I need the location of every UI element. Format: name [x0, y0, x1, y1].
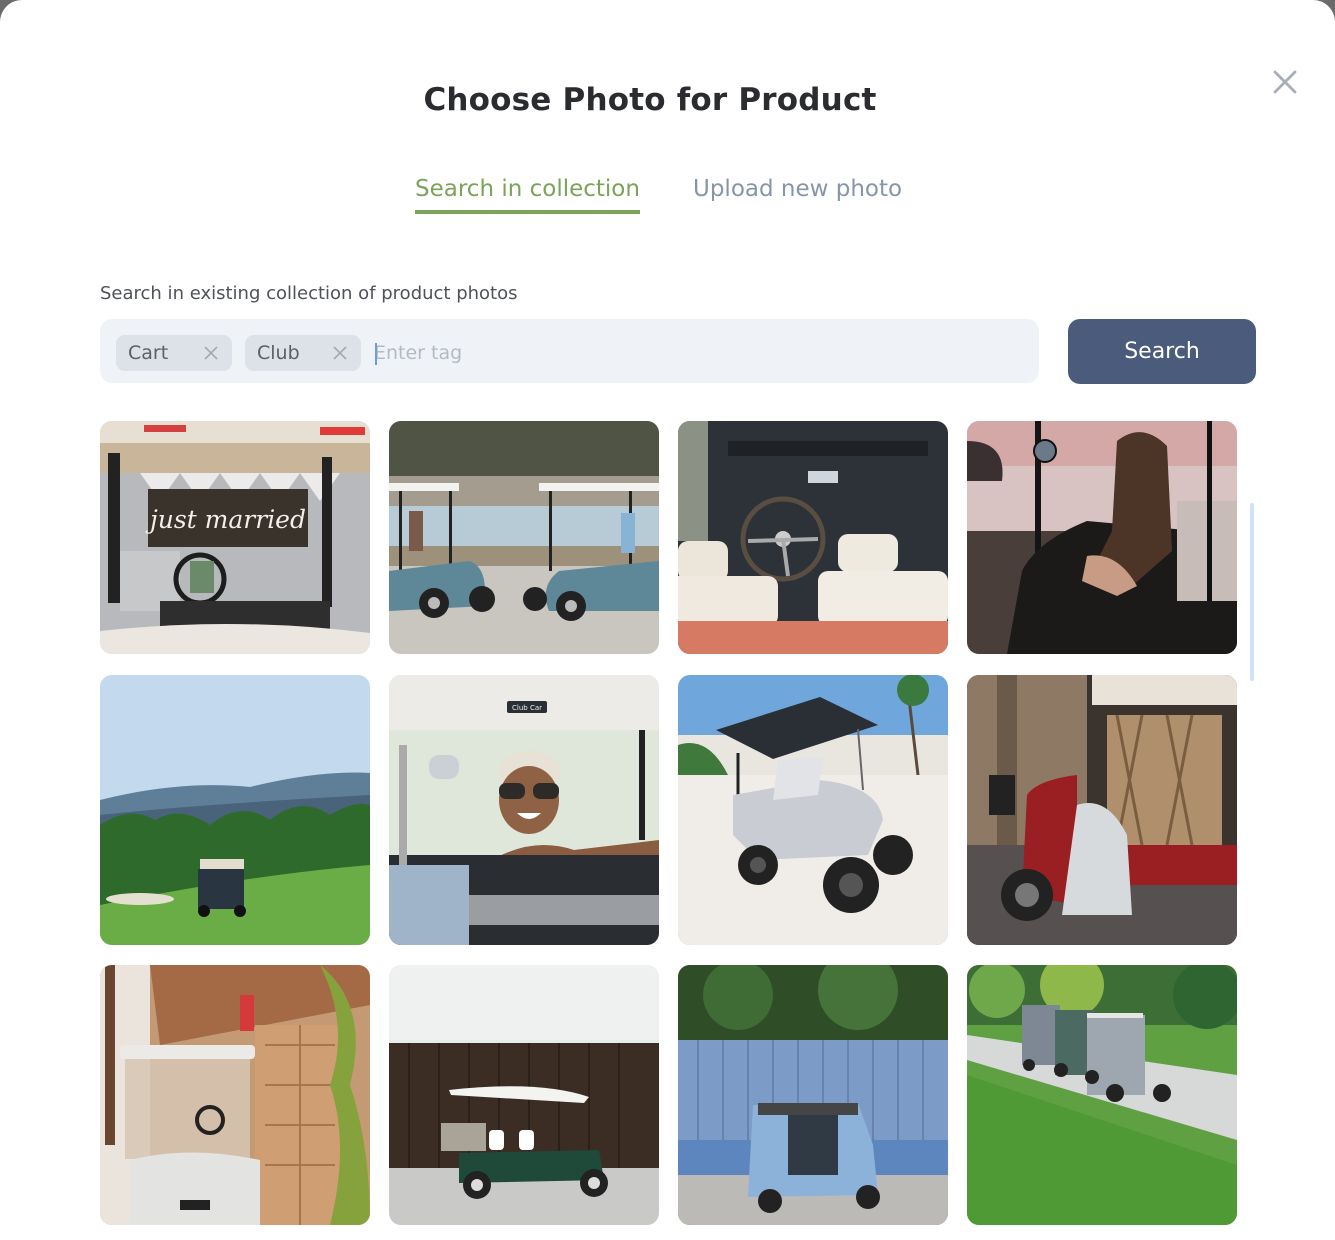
- photo-sunset-cart-woman: [967, 421, 1237, 654]
- tag-input[interactable]: [374, 335, 1014, 371]
- scrollbar-thumb[interactable]: [1250, 503, 1254, 681]
- tag-chip: Club: [245, 335, 361, 371]
- search-label: Search in existing collection of product…: [100, 283, 518, 304]
- photo-tile[interactable]: [967, 965, 1237, 1225]
- photo-fairway-cart-mountains: [100, 675, 370, 945]
- photo-convertible-interior: [678, 421, 948, 654]
- photo-tile[interactable]: [100, 675, 370, 945]
- dialog-title: Choose Photo for Product: [423, 82, 877, 118]
- photo-blue-rickshaw-fence: [678, 965, 948, 1225]
- photo-tile[interactable]: just married: [100, 421, 370, 654]
- photo-smiling-woman-club-car: Club Car: [389, 675, 659, 945]
- photo-tile[interactable]: [678, 421, 948, 654]
- club-car-logo-text: Club Car: [512, 704, 542, 712]
- close-button[interactable]: [1270, 67, 1300, 97]
- choose-photo-dialog: Choose Photo for Product Search in colle…: [0, 0, 1335, 1240]
- photo-tile[interactable]: [100, 965, 370, 1225]
- photo-tile[interactable]: [967, 675, 1237, 945]
- photo-tile[interactable]: [389, 421, 659, 654]
- just-married-sign-text: just married: [145, 505, 306, 534]
- tab-upload-new-photo[interactable]: Upload new photo: [693, 176, 902, 210]
- text-caret: [375, 343, 377, 365]
- tag-chip-label: Club: [257, 342, 300, 364]
- photo-cart-by-garage: [100, 965, 370, 1225]
- photo-just-married-cart: just married: [100, 421, 370, 654]
- tag-chip-label: Cart: [128, 342, 169, 364]
- photo-two-golf-carts-lake: [389, 421, 659, 654]
- photo-row-of-golf-carts: [967, 965, 1237, 1225]
- photo-silver-cart-beach: [678, 675, 948, 945]
- close-icon: [1273, 70, 1297, 94]
- photo-tile[interactable]: [389, 965, 659, 1225]
- search-button[interactable]: Search: [1068, 319, 1256, 384]
- photo-green-utility-cart: [389, 965, 659, 1225]
- tag-remove-icon[interactable]: [204, 346, 218, 360]
- photo-red-rickshaw: [967, 675, 1237, 945]
- photo-tile[interactable]: [967, 421, 1237, 654]
- tag-input-box[interactable]: Cart Club: [100, 319, 1039, 383]
- photo-tile[interactable]: Club Car: [389, 675, 659, 945]
- tag-remove-icon[interactable]: [333, 346, 347, 360]
- tag-chip: Cart: [116, 335, 232, 371]
- photo-tile[interactable]: [678, 675, 948, 945]
- photo-tile[interactable]: [678, 965, 948, 1225]
- tab-search-in-collection[interactable]: Search in collection: [415, 176, 640, 214]
